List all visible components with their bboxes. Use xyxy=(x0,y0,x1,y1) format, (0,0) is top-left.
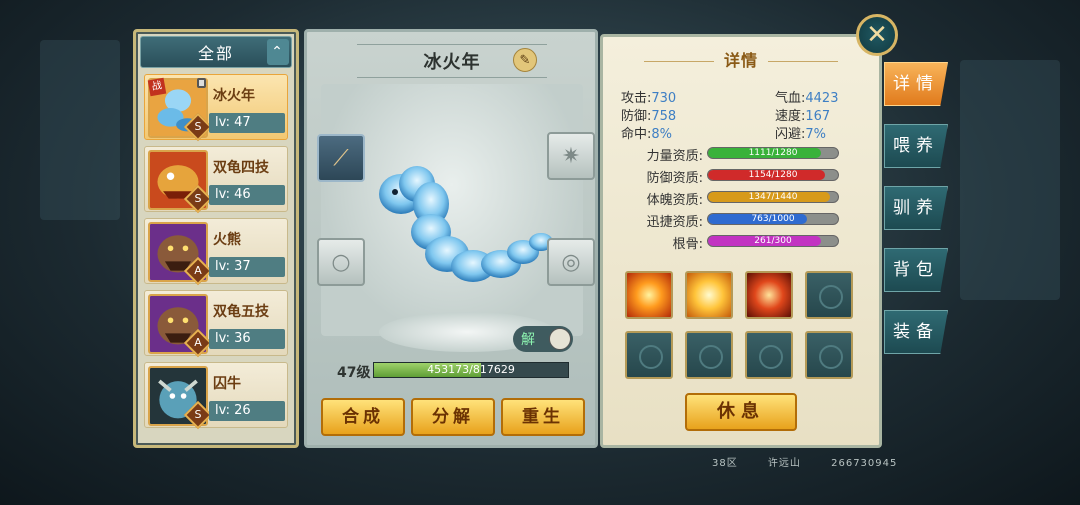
pet-name: 冰火年 xyxy=(213,88,255,104)
reborn-button[interactable]: 重生 xyxy=(501,398,585,436)
lock-icon xyxy=(197,78,206,88)
rest-button[interactable]: 休息 xyxy=(685,393,797,431)
close-button[interactable]: ✕ xyxy=(856,14,898,56)
rename-button[interactable]: ✎ xyxy=(513,48,537,72)
swirl-skill-icon[interactable] xyxy=(745,271,793,319)
pet-list-item[interactable]: A 双龟五技 lv: 36 xyxy=(144,290,288,358)
unlock-label: 解 xyxy=(521,332,535,348)
lock-icon xyxy=(549,328,571,350)
details-title: 详情 xyxy=(603,47,879,71)
staff-icon: ⟋ xyxy=(333,145,349,171)
stat-attack: 攻击:730 xyxy=(621,91,677,106)
pet-name: 火熊 xyxy=(213,232,241,248)
fire-skill-icon[interactable] xyxy=(625,271,673,319)
pet-level: lv: 36 xyxy=(209,329,285,349)
pet-level-label: 47级 xyxy=(337,365,371,381)
details-panel: 详情 攻击:730 气血:4423 防御:758 速度:167 命中:8% 闪避… xyxy=(600,34,882,448)
sun-skill-icon[interactable] xyxy=(685,271,733,319)
empty-skill-slot[interactable] xyxy=(745,331,793,379)
pet-list-item[interactable]: A 火熊 lv: 37 xyxy=(144,218,288,286)
pet-list-item[interactable]: S 囚牛 lv: 26 xyxy=(144,362,288,430)
stat-dodge: 闪避:7% xyxy=(775,127,827,142)
stat-hp: 气血:4423 xyxy=(775,91,839,106)
pet-level: lv: 37 xyxy=(209,257,285,277)
stat-hit: 命中:8% xyxy=(621,127,673,142)
tab-details[interactable]: 详情 xyxy=(884,62,948,106)
decompose-button[interactable]: 分解 xyxy=(411,398,495,436)
tab-feed[interactable]: 喂养 xyxy=(884,124,948,168)
battle-tag: 战 xyxy=(147,77,167,97)
equip-slot-necklace[interactable]: ○ xyxy=(317,238,365,286)
pet-model xyxy=(379,166,553,282)
pet-level: lv: 46 xyxy=(209,185,285,205)
background-decoration xyxy=(960,60,1060,300)
chevron-up-icon[interactable]: ⌃ xyxy=(267,39,289,65)
aptitude-bar: 763/1000 xyxy=(707,213,839,225)
pet-model-stage: ⟋ ✷ ○ ◎ xyxy=(317,84,595,352)
ring-icon: ◎ xyxy=(561,249,581,275)
tab-equipment[interactable]: 装备 xyxy=(884,310,948,354)
pet-name: 囚牛 xyxy=(213,376,241,392)
necklace-icon: ○ xyxy=(331,249,351,275)
empty-skill-slot[interactable] xyxy=(685,331,733,379)
equip-slot-armor[interactable]: ✷ xyxy=(547,132,595,180)
empty-skill-slot[interactable] xyxy=(625,331,673,379)
filter-label: 全部 xyxy=(197,44,234,63)
aptitude-bar: 1347/1440 xyxy=(707,191,839,203)
tab-train[interactable]: 驯养 xyxy=(884,186,948,230)
aptitude-bar: 1111/1280 xyxy=(707,147,839,159)
pet-list-item[interactable]: 战 S 冰火年 lv: 47 xyxy=(144,74,288,142)
equip-slot-ring[interactable]: ◎ xyxy=(547,238,595,286)
pet-level: lv: 47 xyxy=(209,113,285,133)
equip-slot-weapon[interactable]: ⟋ xyxy=(317,134,365,182)
background-decoration xyxy=(40,40,120,220)
filter-dropdown[interactable]: 全部 ⌃ xyxy=(140,36,292,68)
unlock-toggle[interactable]: 解 xyxy=(513,326,573,352)
exp-bar: 453173/817629 xyxy=(373,362,569,378)
aptitude-bar: 261/300 xyxy=(707,235,839,247)
server-label: 38区 xyxy=(712,458,738,469)
stat-speed: 速度:167 xyxy=(775,109,831,124)
pet-name: 双龟四技 xyxy=(213,160,269,176)
stat-defense: 防御:758 xyxy=(621,109,677,124)
empty-skill-slot[interactable] xyxy=(805,271,853,319)
footer-info: 38区 许远山 266730945 xyxy=(712,454,923,469)
tab-bag[interactable]: 背包 xyxy=(884,248,948,292)
pencil-icon: ✎ xyxy=(519,52,531,68)
empty-skill-slot[interactable] xyxy=(805,331,853,379)
pet-list-item[interactable]: S 双龟四技 lv: 46 xyxy=(144,146,288,214)
player-name: 许远山 xyxy=(767,458,801,469)
aptitude-bar: 1154/1280 xyxy=(707,169,839,181)
synthesize-button[interactable]: 合成 xyxy=(321,398,405,436)
pet-level: lv: 26 xyxy=(209,401,285,421)
player-id: 266730945 xyxy=(831,458,898,469)
pet-list-panel: 全部 ⌃ 战 S 冰火年 lv: 47 S 双龟四技 lv: 46 A 火熊 l… xyxy=(133,29,299,448)
armor-icon: ✷ xyxy=(561,143,581,169)
pet-name: 双龟五技 xyxy=(213,304,269,320)
exp-text: 453173/817629 xyxy=(427,363,515,376)
pet-display-panel: 冰火年 ✎ ⟋ ✷ ○ ◎ 解 47级 453173/817629 合成 分解 … xyxy=(304,29,598,448)
close-icon: ✕ xyxy=(866,20,888,50)
